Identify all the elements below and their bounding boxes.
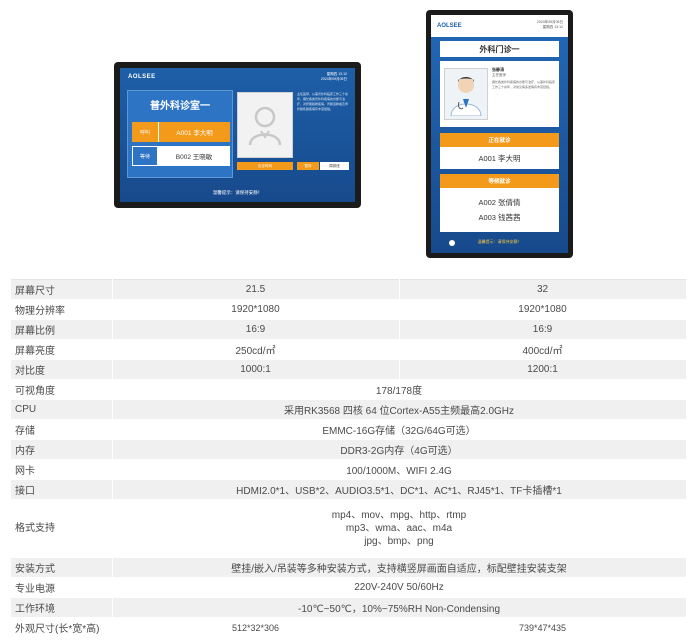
spec-label: 存储 [11,419,113,440]
notice-text: 温馨提示：请保持安静！ [477,239,522,244]
waiting-box: A002 张倩倩 A003 钱茜茜 [440,188,559,232]
spec-value-shared: 壁挂/嵌入/吊装等多种安装方式，支持横竖屏画面自适应，标配壁挂安装支架 [112,557,687,578]
spec-value-shared: 178/178度 [112,379,687,400]
doctor-avatar-icon [248,106,282,146]
waiting-value: B002 王晓敏 [158,146,230,166]
spec-label: 对比度 [11,359,113,380]
doctor-card: 张静涛 主任医师 擅长各类外科疾病的诊断与治疗，从事外科临床工作三十余年，对常见… [440,61,559,127]
format-line-video: mp4、mov、mpg、http、rtmp [331,510,467,521]
doctor-title: 主任医师 [492,73,506,77]
spec-row-memory: 内存 DDR3-2G内存（4G可选） [11,439,687,460]
calling-row: 呼叫 A001 李大明 [132,122,230,142]
spec-row-network: 网卡 100/1000M、WIFI 2.4G [11,459,687,480]
spec-table: 屏幕尺寸 21.5 32 物理分辨率 1920*1080 1920*1080 屏… [11,279,687,638]
spec-row-dimensions: 外观尺寸(长*宽*高) 512*32*306 739*47*435 [11,617,687,638]
spec-row-power: 专业电源 220V-240V 50/60Hz [11,577,687,598]
spec-row-cpu: CPU 采用RK3568 四核 64 位Cortex-A55主频最高2.0GHz [11,399,687,420]
waiting-label: 等待 [132,146,158,166]
doctor-avatar-icon [450,77,482,116]
spec-label: 可视角度 [11,379,113,400]
spec-value-model-1: 21.5 [112,279,400,300]
spec-label: 屏幕亮度 [11,339,113,360]
spec-label: 内存 [11,439,113,460]
spec-label: CPU [11,399,113,420]
doctor-bio: 主任医师，从事普外科临床工作三十余年，擅长各类普外科疾病的诊断与治疗，对肝胆胰脾… [297,92,349,111]
current-patient-value: A001 李大明 [478,153,521,163]
brand-logo: AOLSEE [437,23,462,29]
spec-value-shared: EMMC-16G存储（32G/64G可选） [112,419,687,440]
pause-button: 暂停 [297,162,319,170]
calling-label: 呼叫 [132,122,158,142]
spec-label: 接口 [11,479,113,500]
portrait-display-image: AOLSEE 2024年09月05日 星期四 13:12 外科门诊一 张静涛 主… [426,10,573,258]
waiting-heading: 等候就诊 [440,174,559,188]
spec-value-shared: 100/1000M、WIFI 2.4G [112,459,687,480]
weekly-schedule-button: 周排班 [320,162,349,170]
waiting-patient-2: A003 钱茜茜 [478,213,521,222]
clock-line-2: 2024年09月05日 [320,77,347,81]
portrait-header: AOLSEE 2024年09月05日 星期四 13:12 [431,15,568,37]
spec-value-model-2: 739*47*435 [399,617,687,638]
spec-label: 外观尺寸(长*宽*高) [11,617,113,638]
spec-row-aspect-ratio: 屏幕比例 16:9 16:9 [11,319,687,340]
waiting-row: 等待 B002 王晓敏 [132,146,230,166]
clock-line-2: 星期四 13:12 [542,25,563,29]
spec-label: 屏幕比例 [11,319,113,340]
spec-value-model-2: 1200:1 [399,359,687,380]
spec-value-model-1: 16:9 [112,319,400,340]
spec-label: 专业电源 [11,577,113,598]
spec-label: 物理分辨率 [11,299,113,320]
brand-logo: AOLSEE [128,74,156,80]
doctor-photo [444,68,488,120]
room-title: 普外科诊室一 [150,101,210,112]
current-patient-box: A001 李大明 [440,147,559,169]
current-patient-heading: 正在就诊 [440,133,559,147]
schedule-button: 出诊时间 [237,162,293,170]
room-card: 普外科诊室一 呼叫 A001 李大明 等待 B002 王晓敏 [127,90,233,178]
calling-value: A001 李大明 [158,122,230,142]
spec-row-storage: 存储 EMMC-16G存储（32G/64G可选） [11,419,687,440]
spec-label: 格式支持 [11,499,113,558]
landscape-display-image: AOLSEE 星期四 13:12 2024年09月05日 普外科诊室一 呼叫 A… [114,62,361,208]
notice-text: 温馨提示：请保持安静！ [212,190,263,195]
spec-value-model-1: 1920*1080 [112,299,400,320]
spec-row-brightness: 屏幕亮度 250cd/㎡ 400cd/㎡ [11,339,687,360]
spec-row-formats: 格式支持 mp4、mov、mpg、http、rtmp mp3、wma、aac、m… [11,499,687,558]
spec-value-model-2: 16:9 [399,319,687,340]
spec-value-shared: -10℃~50℃，10%~75%RH Non-Condensing [112,597,687,618]
spec-value-shared: 采用RK3568 四核 64 位Cortex-A55主频最高2.0GHz [112,399,687,420]
spec-row-interfaces: 接口 HDMI2.0*1、USB*2、AUDIO3.5*1、DC*1、AC*1、… [11,479,687,500]
doctor-bio: 擅长各类外科疾病的诊断与治疗，从事外科临床工作三十余年，对常见病多发病有丰富经验… [492,80,556,89]
spec-value-model-2: 32 [399,279,687,300]
spec-row-contrast: 对比度 1000:1 1200:1 [11,359,687,380]
spec-label: 工作环境 [11,597,113,618]
spec-value-shared: 220V-240V 50/60Hz [112,577,687,598]
spec-value-model-1: 250cd/㎡ [112,339,400,360]
spec-row-viewing-angle: 可视角度 178/178度 [11,379,687,400]
doctor-photo-placeholder [237,92,293,158]
spec-value-model-2: 400cd/㎡ [399,339,687,360]
spec-row-resolution: 物理分辨率 1920*1080 1920*1080 [11,299,687,320]
format-line-audio: mp3、wma、aac、m4a [345,523,453,534]
spec-value-shared: HDMI2.0*1、USB*2、AUDIO3.5*1、DC*1、AC*1、RJ4… [112,479,687,500]
clock-readout: 星期四 13:12 2024年09月05日 [321,72,347,82]
portrait-screen: AOLSEE 2024年09月05日 星期四 13:12 外科门诊一 张静涛 主… [431,15,568,253]
spec-value-model-1: 512*32*306 [112,617,400,638]
spec-row-environment: 工作环境 -10℃~50℃，10%~75%RH Non-Condensing [11,597,687,618]
spec-label: 屏幕尺寸 [11,279,113,300]
waiting-patient-1: A002 张倩倩 [478,198,521,207]
clock-readout: 2024年09月05日 星期四 13:12 [537,20,563,30]
spec-value-shared: mp4、mov、mpg、http、rtmp mp3、wma、aac、m4a jp… [112,499,687,558]
spec-row-screen-size: 屏幕尺寸 21.5 32 [11,279,687,300]
spec-value-model-2: 1920*1080 [399,299,687,320]
spec-value-model-1: 1000:1 [112,359,400,380]
format-line-image: jpg、bmp、png [364,536,434,547]
landscape-screen: AOLSEE 星期四 13:12 2024年09月05日 普外科诊室一 呼叫 A… [120,68,355,202]
spec-value-shared: DDR3-2G内存（4G可选） [112,439,687,460]
spec-label: 安装方式 [11,557,113,578]
spec-label: 网卡 [11,459,113,480]
room-title: 外科门诊一 [440,41,559,57]
spec-row-mounting: 安装方式 壁挂/嵌入/吊装等多种安装方式，支持横竖屏画面自适应，标配壁挂安装支架 [11,557,687,578]
